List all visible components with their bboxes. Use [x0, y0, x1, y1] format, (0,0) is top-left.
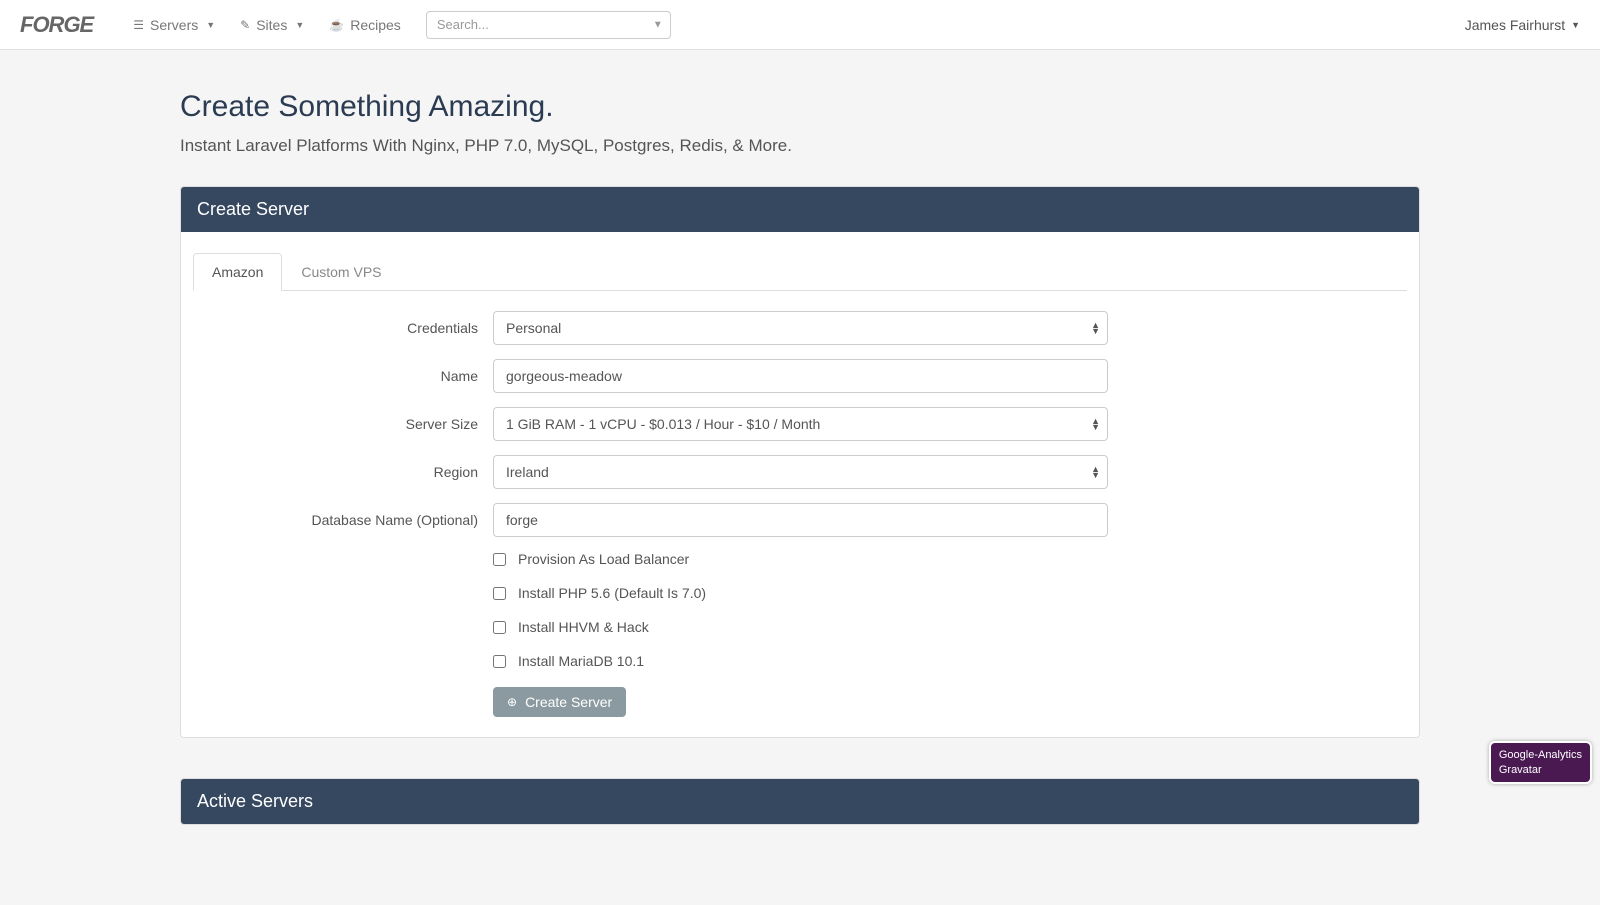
- user-menu[interactable]: James Fairhurst ▼: [1465, 17, 1580, 33]
- database-label: Database Name (Optional): [193, 512, 493, 528]
- chevron-down-icon: ▼: [295, 20, 304, 30]
- badge-line1: Google-Analytics: [1499, 748, 1582, 762]
- search-input[interactable]: [426, 11, 671, 39]
- form-group-server-size: Server Size 1 GiB RAM - 1 vCPU - $0.013 …: [193, 407, 1407, 441]
- credentials-label: Credentials: [193, 320, 493, 336]
- name-label: Name: [193, 368, 493, 384]
- search-box: ▼: [426, 11, 671, 39]
- nav-sites-label: Sites: [256, 17, 287, 33]
- main-container: Create Something Amazing. Instant Larave…: [160, 50, 1440, 905]
- load-balancer-label: Provision As Load Balancer: [518, 551, 689, 567]
- recipes-icon: ☕: [329, 18, 344, 32]
- name-input[interactable]: [493, 359, 1108, 393]
- active-servers-panel: Active Servers: [180, 778, 1420, 825]
- region-select[interactable]: Ireland: [493, 455, 1108, 489]
- load-balancer-checkbox[interactable]: [493, 553, 506, 566]
- user-name: James Fairhurst: [1465, 17, 1565, 33]
- php56-label: Install PHP 5.6 (Default Is 7.0): [518, 585, 706, 601]
- chevron-down-icon: ▼: [1571, 20, 1580, 30]
- chevron-down-icon: ▼: [206, 20, 215, 30]
- button-row: ⊕ Create Server: [493, 687, 1407, 717]
- nav-servers-label: Servers: [150, 17, 198, 33]
- server-size-select[interactable]: 1 GiB RAM - 1 vCPU - $0.013 / Hour - $10…: [493, 407, 1108, 441]
- plus-circle-icon: ⊕: [507, 695, 517, 709]
- database-input[interactable]: [493, 503, 1108, 537]
- checkbox-mariadb: Install MariaDB 10.1: [493, 653, 1407, 669]
- checkbox-hhvm: Install HHVM & Hack: [493, 619, 1407, 635]
- create-server-button-label: Create Server: [525, 694, 612, 710]
- php56-checkbox[interactable]: [493, 587, 506, 600]
- server-size-label: Server Size: [193, 416, 493, 432]
- hhvm-checkbox[interactable]: [493, 621, 506, 634]
- create-server-panel: Create Server Amazon Custom VPS Credenti…: [180, 186, 1420, 738]
- form-group-credentials: Credentials Personal ▲▼: [193, 311, 1407, 345]
- form-group-name: Name: [193, 359, 1407, 393]
- nav-recipes[interactable]: ☕ Recipes: [329, 17, 401, 33]
- tabs: Amazon Custom VPS: [193, 252, 1407, 291]
- nav-sites[interactable]: ✎ Sites ▼: [240, 17, 304, 33]
- nav-recipes-label: Recipes: [350, 17, 401, 33]
- page-subtitle: Instant Laravel Platforms With Nginx, PH…: [180, 136, 1420, 156]
- navbar: FORGE ☰ Servers ▼ ✎ Sites ▼ ☕ Recipes ▼ …: [0, 0, 1600, 50]
- create-server-heading: Create Server: [181, 187, 1419, 232]
- tab-amazon[interactable]: Amazon: [193, 253, 282, 291]
- mariadb-label: Install MariaDB 10.1: [518, 653, 644, 669]
- region-label: Region: [193, 464, 493, 480]
- tab-custom-vps[interactable]: Custom VPS: [282, 253, 400, 291]
- hhvm-label: Install HHVM & Hack: [518, 619, 649, 635]
- badge-line2: Gravatar: [1499, 763, 1582, 777]
- servers-icon: ☰: [133, 18, 144, 32]
- checkbox-php56: Install PHP 5.6 (Default Is 7.0): [493, 585, 1407, 601]
- checkbox-load-balancer: Provision As Load Balancer: [493, 551, 1407, 567]
- nav-items: ☰ Servers ▼ ✎ Sites ▼ ☕ Recipes ▼: [133, 11, 1464, 39]
- mariadb-checkbox[interactable]: [493, 655, 506, 668]
- logo: FORGE: [20, 12, 93, 38]
- active-servers-heading: Active Servers: [181, 779, 1419, 824]
- create-server-button[interactable]: ⊕ Create Server: [493, 687, 626, 717]
- sites-icon: ✎: [240, 18, 250, 32]
- analytics-badge[interactable]: Google-Analytics Gravatar: [1489, 741, 1592, 784]
- form-group-region: Region Ireland ▲▼: [193, 455, 1407, 489]
- nav-servers[interactable]: ☰ Servers ▼: [133, 17, 215, 33]
- page-title: Create Something Amazing.: [180, 90, 1420, 124]
- create-server-body: Amazon Custom VPS Credentials Personal ▲…: [181, 232, 1419, 737]
- form-group-database: Database Name (Optional): [193, 503, 1407, 537]
- credentials-select[interactable]: Personal: [493, 311, 1108, 345]
